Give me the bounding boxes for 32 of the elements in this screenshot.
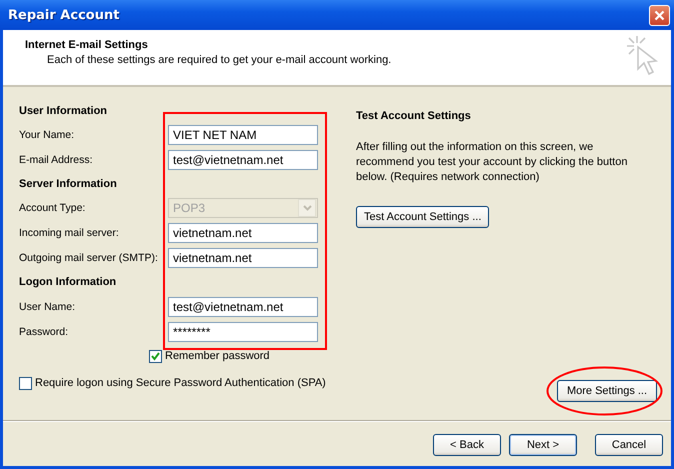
- checkbox-label: Remember password: [165, 350, 270, 362]
- input-field[interactable]: vietnetnam.net: [168, 248, 318, 268]
- field-label: Account Type:: [19, 202, 86, 214]
- input-field[interactable]: VIET NET NAM: [168, 124, 318, 144]
- section-heading: User Information: [19, 104, 108, 118]
- field-label: Password:: [19, 326, 70, 338]
- page-subtitle: Each of these settings are required to get your e-mail account working.: [47, 54, 392, 66]
- test-account-settings-button[interactable]: Test Account Settings ...: [356, 206, 490, 228]
- input-field[interactable]: test@vietnetnam.net: [168, 150, 318, 170]
- page-title: Internet E-mail Settings: [25, 39, 149, 51]
- password-field[interactable]: ********: [168, 322, 318, 342]
- close-button[interactable]: [649, 4, 670, 26]
- section-heading: Server Information: [19, 176, 118, 192]
- field-label: Your Name:: [19, 128, 76, 140]
- close-icon: [654, 10, 665, 20]
- section-heading: Logon Information: [19, 274, 118, 290]
- more-settings-button[interactable]: More Settings ...: [557, 380, 657, 402]
- checkbox[interactable]: [149, 350, 162, 362]
- checkbox-label: Require logon using Secure Password Authentication (SPA): [35, 377, 326, 389]
- input-field[interactable]: vietnetnam.net: [168, 222, 318, 242]
- cancel-button[interactable]: Cancel: [595, 434, 663, 456]
- field-label: E-mail Address:: [19, 154, 94, 166]
- field-label: Outgoing mail server (SMTP):: [19, 252, 159, 264]
- field-label: User Name:: [19, 300, 76, 312]
- field-label: Incoming mail server:: [19, 226, 120, 238]
- next-button[interactable]: Next >: [509, 434, 577, 456]
- input-field[interactable]: test@vietnetnam.net: [168, 296, 318, 316]
- checkbox[interactable]: [19, 376, 32, 390]
- instruction-text: After filling out the information on this screen, we recommend you test your account by clicking the button below. (Requires network connection): [356, 140, 628, 185]
- window-title: Repair Account: [8, 8, 120, 22]
- section-heading: Test Account Settings: [356, 108, 471, 124]
- back-button[interactable]: < Back: [433, 434, 501, 456]
